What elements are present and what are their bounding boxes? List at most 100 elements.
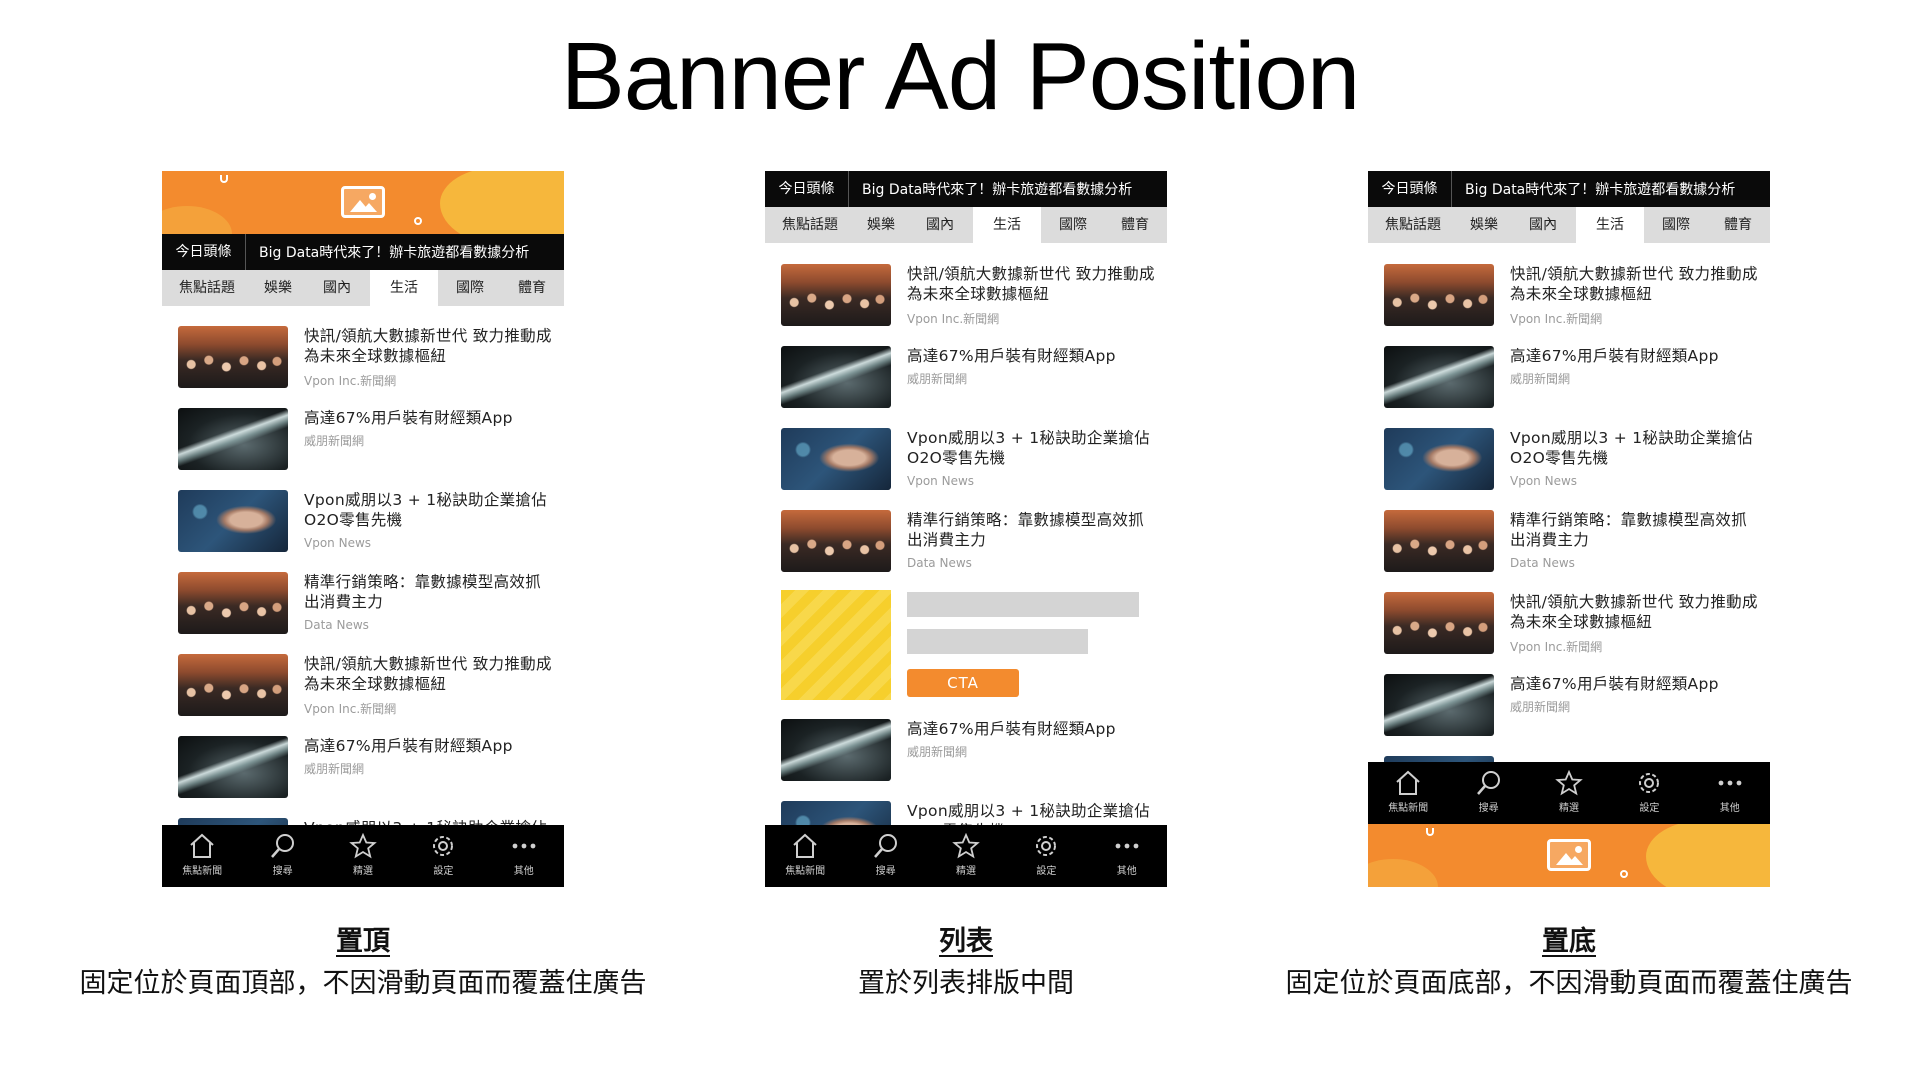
image-placeholder-icon bbox=[341, 186, 385, 218]
nav-label: 搜尋 bbox=[272, 866, 293, 877]
nav-settings[interactable]: 設定 bbox=[1006, 825, 1086, 887]
list-item[interactable]: Vpon威朋以3 + 1秘訣助企業搶佔O2O零售先機 Vpon News bbox=[781, 428, 1161, 494]
list-item[interactable]: 快訊/領航大數據新世代 致力推動成為未來全球數據樞紐 Vpon Inc.新聞網 bbox=[1384, 592, 1764, 658]
nav-label: 其他 bbox=[513, 866, 534, 877]
gear-icon bbox=[1639, 773, 1660, 793]
tab-entertainment[interactable]: 娛樂 bbox=[855, 207, 907, 243]
nav-home[interactable]: 焦點新聞 bbox=[765, 825, 845, 887]
nav-label: 精選 bbox=[352, 866, 373, 877]
list-item[interactable]: 高達67%用戶裝有財經類App 威朋新聞網 bbox=[781, 719, 1161, 785]
news-title: 精準行銷策略：靠數據模型高效抓出消費主力 bbox=[907, 511, 1145, 549]
list-item[interactable]: 精準行銷策略：靠數據模型高效抓出消費主力 Data News bbox=[1384, 510, 1764, 576]
nav-search[interactable]: 搜尋 bbox=[242, 825, 322, 887]
news-title: 快訊/領航大數據新世代 致力推動成為未來全球數據樞紐 bbox=[907, 265, 1155, 303]
search-icon bbox=[270, 834, 294, 858]
nav-featured[interactable]: 精選 bbox=[1529, 762, 1609, 824]
list-item[interactable]: 高達67%用戶裝有財經類App 威朋新聞網 bbox=[178, 408, 558, 474]
star-icon bbox=[349, 833, 377, 859]
phone-mockup-bottom-banner: 今日頭條 Big Data時代來了！辦卡旅遊都看數據分析 焦點話題 娛樂 國內 … bbox=[1368, 171, 1770, 887]
nav-search[interactable]: 搜尋 bbox=[845, 825, 925, 887]
news-source: 威朋新聞網 bbox=[304, 762, 365, 776]
list-item[interactable]: 快訊/領航大數據新世代 致力推動成為未來全球數據樞紐 Vpon Inc.新聞網 bbox=[178, 654, 558, 720]
list-item[interactable]: 快訊/領航大數據新世代 致力推動成為未來全球數據樞紐 Vpon Inc.新聞網 bbox=[1384, 264, 1764, 330]
star-icon bbox=[1555, 770, 1583, 796]
news-title: 高達67%用戶裝有財經類App bbox=[1510, 347, 1719, 365]
news-title: 快訊/領航大數據新世代 致力推動成為未來全球數據樞紐 bbox=[1510, 593, 1758, 631]
news-title: 高達67%用戶裝有財經類App bbox=[304, 737, 513, 755]
list-item[interactable]: 高達67%用戶裝有財經類App 威朋新聞網 bbox=[781, 346, 1161, 412]
banner-ad-bottom[interactable] bbox=[1368, 824, 1770, 887]
nav-more[interactable]: 其他 bbox=[1087, 825, 1167, 887]
nav-settings[interactable]: 設定 bbox=[1609, 762, 1689, 824]
tab-sports[interactable]: 體育 bbox=[502, 270, 562, 306]
cta-button[interactable]: CTA bbox=[907, 669, 1019, 697]
news-title: Vpon威朋以3 + 1秘訣助企業搶佔O2O零售先機 bbox=[1510, 429, 1754, 467]
news-thumbnail bbox=[1384, 592, 1494, 654]
headline-bar[interactable]: 今日頭條 Big Data時代來了！辦卡旅遊都看數據分析 bbox=[765, 171, 1167, 207]
tab-focus[interactable]: 焦點話題 bbox=[1368, 207, 1458, 243]
list-item[interactable]: Vpon威朋以3 + 1秘訣助企業搶佔O2O零售先機 Vpon News bbox=[1384, 428, 1764, 494]
nav-search[interactable]: 搜尋 bbox=[1448, 762, 1528, 824]
list-item[interactable]: 精準行銷策略：靠數據模型高效抓出消費主力 Data News bbox=[178, 572, 558, 638]
news-source: 威朋新聞網 bbox=[304, 434, 365, 448]
news-source: Data News bbox=[1510, 556, 1575, 570]
tab-international[interactable]: 國際 bbox=[438, 270, 502, 306]
headline-label: 今日頭條 bbox=[1368, 171, 1452, 207]
news-thumbnail bbox=[178, 736, 288, 798]
tab-sports[interactable]: 體育 bbox=[1105, 207, 1165, 243]
news-source: Vpon Inc.新聞網 bbox=[1510, 312, 1603, 326]
tab-entertainment[interactable]: 娛樂 bbox=[252, 270, 304, 306]
tab-domestic[interactable]: 國內 bbox=[1510, 207, 1576, 243]
news-title: 精準行銷策略：靠數據模型高效抓出消費主力 bbox=[304, 573, 542, 611]
caption-heading-top: 置頂 bbox=[336, 926, 390, 957]
nav-featured[interactable]: 精選 bbox=[323, 825, 403, 887]
tab-life[interactable]: 生活 bbox=[1576, 207, 1644, 243]
list-item[interactable]: 精準行銷策略：靠數據模型高效抓出消費主力 Data News bbox=[781, 510, 1161, 576]
nav-more[interactable]: 其他 bbox=[484, 825, 564, 887]
tab-life[interactable]: 生活 bbox=[370, 270, 438, 306]
news-source: Data News bbox=[304, 618, 369, 632]
more-icon bbox=[1718, 780, 1742, 786]
list-item[interactable]: 高達67%用戶裝有財經類App 威朋新聞網 bbox=[1384, 346, 1764, 412]
search-icon bbox=[1476, 771, 1500, 795]
tab-sports[interactable]: 體育 bbox=[1708, 207, 1768, 243]
nav-label: 搜尋 bbox=[875, 866, 896, 877]
nav-home[interactable]: 焦點新聞 bbox=[1368, 762, 1448, 824]
nav-featured[interactable]: 精選 bbox=[926, 825, 1006, 887]
news-source: Vpon News bbox=[304, 536, 372, 550]
nav-label: 精選 bbox=[1558, 803, 1579, 814]
tab-domestic[interactable]: 國內 bbox=[304, 270, 370, 306]
nav-home[interactable]: 焦點新聞 bbox=[162, 825, 242, 887]
nav-label: 焦點新聞 bbox=[1388, 803, 1429, 814]
news-source: Vpon Inc.新聞網 bbox=[304, 374, 397, 388]
caption-heading-list: 列表 bbox=[939, 926, 993, 957]
tab-focus[interactable]: 焦點話題 bbox=[765, 207, 855, 243]
nav-label: 焦點新聞 bbox=[785, 866, 826, 877]
nav-more[interactable]: 其他 bbox=[1690, 762, 1770, 824]
news-title: 精準行銷策略：靠數據模型高效抓出消費主力 bbox=[1510, 511, 1748, 549]
news-thumbnail bbox=[178, 654, 288, 716]
tab-international[interactable]: 國際 bbox=[1041, 207, 1105, 243]
headline-text: Big Data時代來了！辦卡旅遊都看數據分析 bbox=[862, 182, 1133, 198]
tab-domestic[interactable]: 國內 bbox=[907, 207, 973, 243]
list-item[interactable]: 高達67%用戶裝有財經類App 威朋新聞網 bbox=[178, 736, 558, 802]
nav-label: 搜尋 bbox=[1478, 803, 1499, 814]
tab-life[interactable]: 生活 bbox=[973, 207, 1041, 243]
list-item[interactable]: 快訊/領航大數據新世代 致力推動成為未來全球數據樞紐 Vpon Inc.新聞網 bbox=[781, 264, 1161, 330]
ad-text-placeholder bbox=[907, 629, 1088, 654]
news-thumbnail bbox=[781, 428, 891, 490]
more-icon bbox=[1115, 843, 1139, 849]
tab-focus[interactable]: 焦點話題 bbox=[162, 270, 252, 306]
tab-international[interactable]: 國際 bbox=[1644, 207, 1708, 243]
tab-entertainment[interactable]: 娛樂 bbox=[1458, 207, 1510, 243]
headline-bar[interactable]: 今日頭條 Big Data時代來了！辦卡旅遊都看數據分析 bbox=[1368, 171, 1770, 207]
news-title: 高達67%用戶裝有財經類App bbox=[1510, 675, 1719, 693]
headline-bar[interactable]: 今日頭條 Big Data時代來了！辦卡旅遊都看數據分析 bbox=[162, 234, 564, 270]
nav-settings[interactable]: 設定 bbox=[403, 825, 483, 887]
list-item[interactable]: Vpon威朋以3 + 1秘訣助企業搶佔O2O零售先機 Vpon News bbox=[178, 490, 558, 556]
native-ad-in-list[interactable]: CTA bbox=[781, 590, 1161, 702]
list-item[interactable]: 高達67%用戶裝有財經類App 威朋新聞網 bbox=[1384, 674, 1764, 740]
list-item[interactable]: 快訊/領航大數據新世代 致力推動成為未來全球數據樞紐 Vpon Inc.新聞網 bbox=[178, 326, 558, 392]
banner-ad-top[interactable] bbox=[162, 171, 564, 234]
news-thumbnail bbox=[781, 719, 891, 781]
